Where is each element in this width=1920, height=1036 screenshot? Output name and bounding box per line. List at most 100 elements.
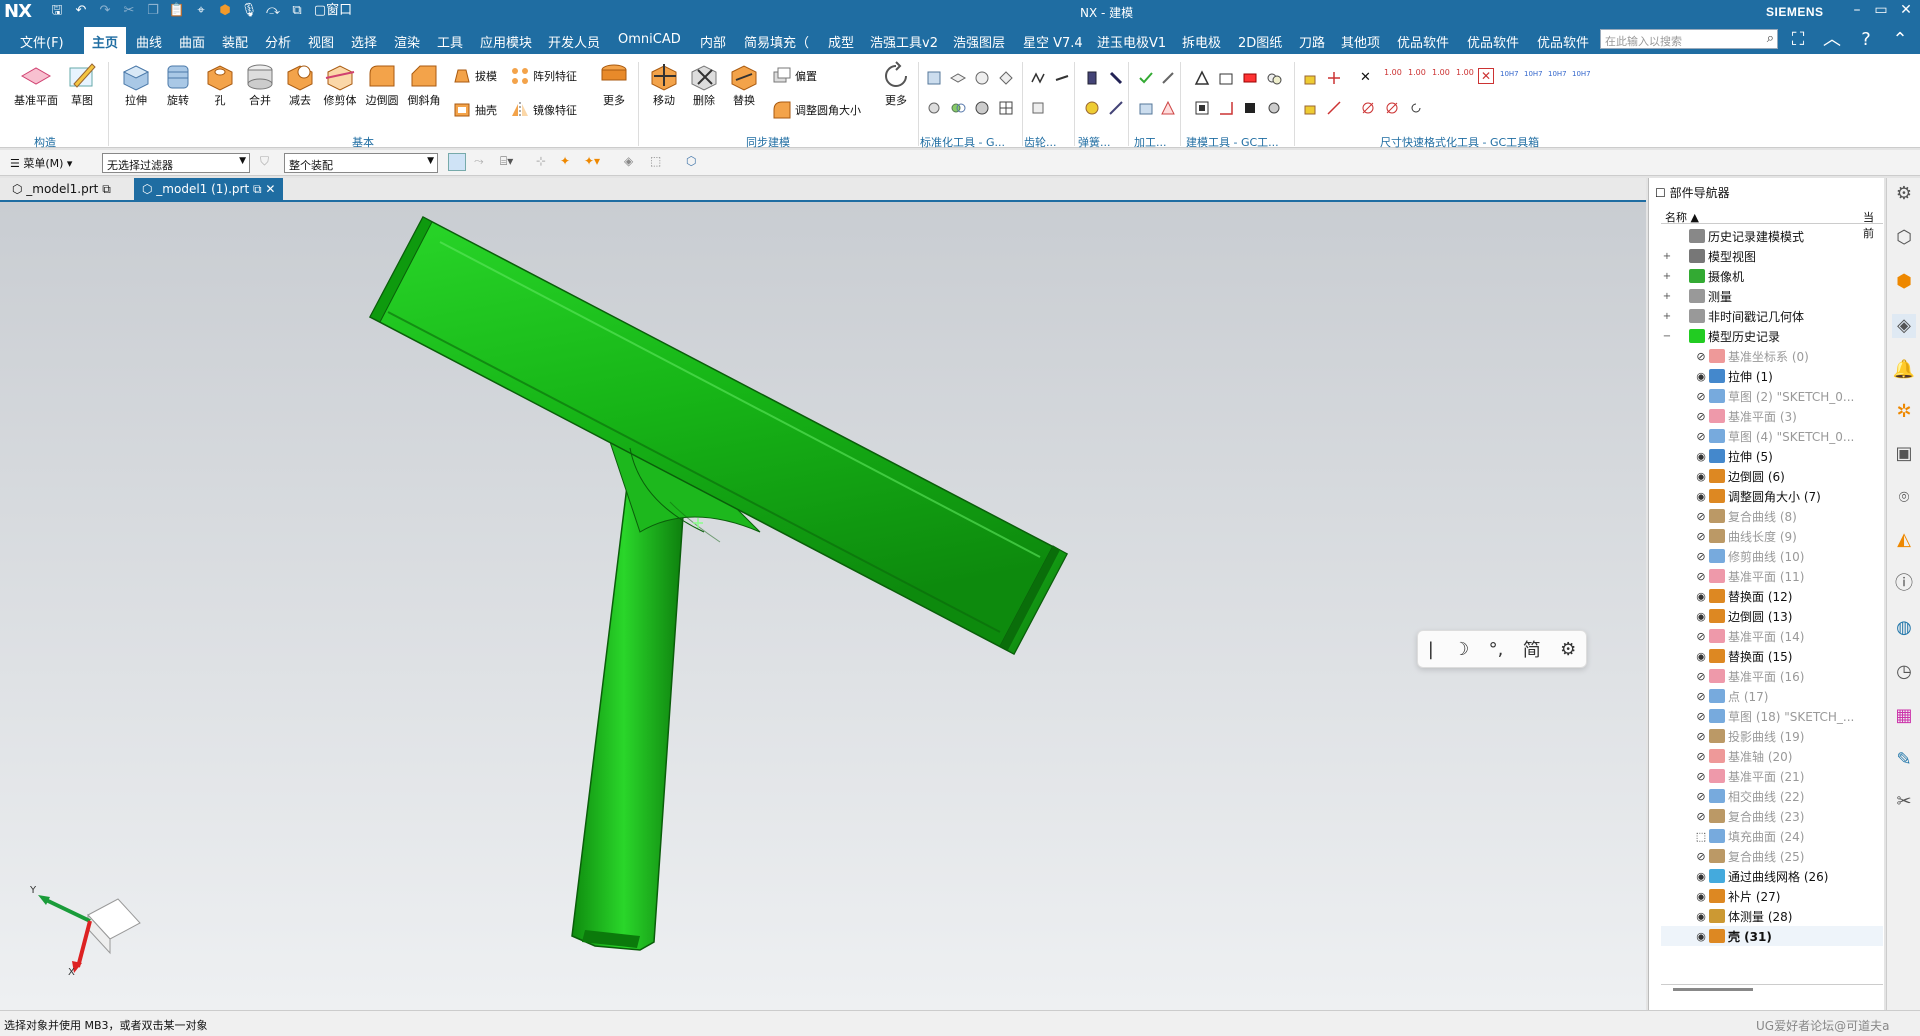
tab-other[interactable]: 其他项 [1341, 32, 1380, 51]
move-face-button[interactable]: 移动 [644, 60, 684, 108]
visibility-eye-icon[interactable]: ⊘ [1693, 710, 1709, 723]
tab-toolpath[interactable]: 刀路 [1299, 32, 1325, 51]
navigator-row[interactable]: ⊘ 基准平面 (21) [1661, 766, 1883, 786]
navigator-row[interactable]: + 摄像机 [1661, 266, 1883, 286]
tab-tools[interactable]: 工具 [437, 32, 463, 51]
visibility-eye-icon[interactable]: ◉ [1693, 470, 1709, 483]
tab-jinyu-electrode[interactable]: 进玉电极V1 [1097, 32, 1166, 51]
visibility-eye-icon[interactable]: ◉ [1693, 370, 1709, 383]
modeling-measure-icon[interactable] [1218, 100, 1234, 116]
visibility-eye-icon[interactable]: ⊘ [1693, 770, 1709, 783]
navigator-row[interactable]: ◉ 拉伸 (1) [1661, 366, 1883, 386]
visibility-eye-icon[interactable]: ⊘ [1693, 810, 1709, 823]
assembly-navigator-icon[interactable]: ⬡ [1892, 226, 1916, 250]
visibility-eye-icon[interactable]: ◉ [1693, 930, 1709, 943]
dim-format-2-button[interactable]: 1.00 [1408, 68, 1426, 77]
expand-toggle-icon[interactable]: + [1661, 291, 1673, 302]
tab-select[interactable]: 选择 [351, 32, 377, 51]
snap-icon[interactable]: ⊹ [536, 154, 546, 168]
chamfer-button[interactable]: 倒斜角 [404, 60, 444, 108]
expand-toggle-icon[interactable]: + [1661, 271, 1673, 282]
dim-slash-icon[interactable] [1360, 100, 1376, 116]
tolerance-2-button[interactable]: 10H7 [1524, 70, 1543, 78]
visibility-eye-icon[interactable]: ◉ [1693, 870, 1709, 883]
navigator-row[interactable]: ⊘ 投影曲线 (19) [1661, 726, 1883, 746]
gear-box-icon[interactable] [1030, 100, 1046, 116]
visibility-eye-icon[interactable]: ◉ [1693, 650, 1709, 663]
standard-tag-icon[interactable] [998, 70, 1014, 86]
group-modeling-tools[interactable]: 建模工具 - GC工... [1186, 134, 1279, 150]
save-icon[interactable]: 🖫 [48, 2, 66, 20]
navigator-row[interactable]: ◉ 通过曲线网格 (26) [1661, 866, 1883, 886]
standard-grid-icon[interactable] [998, 100, 1014, 116]
color-palette-icon[interactable]: ▦ [1892, 704, 1916, 728]
standard-part-icon[interactable] [926, 70, 942, 86]
navigator-row[interactable]: ⊘ 草图 (18) "SKETCH_... [1661, 706, 1883, 726]
part-icon[interactable]: ⬢ [216, 2, 234, 20]
machining-pen-icon[interactable] [1160, 70, 1176, 86]
navigator-row[interactable]: ⊘ 曲线长度 (9) [1661, 526, 1883, 546]
redo-icon[interactable]: ↷ [96, 2, 114, 20]
hole-button[interactable]: 孔 [200, 60, 240, 108]
visibility-eye-icon[interactable]: ⊘ [1693, 750, 1709, 763]
dim-slash2-icon[interactable] [1384, 100, 1400, 116]
sketch-button[interactable]: 草图 [62, 60, 102, 108]
navigator-row[interactable]: 历史记录建模模式 [1661, 226, 1883, 246]
navigator-row[interactable]: ◉ 体测量 (28) [1661, 906, 1883, 926]
navigator-row[interactable]: + 测量 [1661, 286, 1883, 306]
standard-gear-icon[interactable] [926, 100, 942, 116]
visibility-eye-icon[interactable]: ⊘ [1693, 690, 1709, 703]
dim-format-1-button[interactable]: 1.00 [1384, 68, 1402, 77]
offset-face-button[interactable]: 偏置 [772, 66, 817, 86]
visibility-eye-icon[interactable]: ⊘ [1693, 670, 1709, 683]
command-search-input[interactable]: 在此输入以搜索 ⌕ [1600, 29, 1778, 49]
info-icon[interactable]: ⓘ [1892, 572, 1916, 596]
subtract-button[interactable]: 减去 [280, 60, 320, 108]
trim-body-button[interactable]: 修剪体 [320, 60, 360, 108]
group-gear[interactable]: 齿轮... [1024, 134, 1057, 150]
hd3d-icon[interactable]: ▣ [1892, 442, 1916, 466]
visibility-eye-icon[interactable]: ⊘ [1693, 430, 1709, 443]
file-menu[interactable]: 文件(F) [20, 32, 64, 51]
navigator-row[interactable]: ⊘ 基准轴 (20) [1661, 746, 1883, 766]
modeling-gear-icon[interactable] [1266, 100, 1282, 116]
expand-toggle-icon[interactable]: + [1661, 251, 1673, 262]
tab-xingkong[interactable]: 星空 V7.4 [1023, 32, 1083, 51]
pattern-feature-button[interactable]: 阵列特征 [510, 66, 577, 86]
modeling-box-icon[interactable] [1218, 70, 1234, 86]
dim-format-3-button[interactable]: 1.00 [1432, 68, 1450, 77]
navigator-row[interactable]: + 模型视图 [1661, 246, 1883, 266]
navigator-row[interactable]: ⊘ 基准平面 (14) [1661, 626, 1883, 646]
tab-youpin-3[interactable]: 优品软件 [1537, 32, 1589, 51]
visibility-eye-icon[interactable]: ◉ [1693, 610, 1709, 623]
mirror-feature-button[interactable]: 镜像特征 [510, 100, 577, 120]
clock-icon[interactable]: ◷ [1892, 660, 1916, 684]
tolerance-1-button[interactable]: 10H7 [1500, 70, 1519, 78]
tab-render[interactable]: 渲染 [394, 32, 420, 51]
window-menu-icon[interactable]: ▢窗口▾ [312, 2, 354, 36]
visibility-eye-icon[interactable]: ⬚ [1693, 830, 1709, 843]
unite-button[interactable]: 合并 [240, 60, 280, 108]
paste-icon[interactable]: 📋 [168, 2, 186, 20]
modeling-stamp-icon[interactable] [1242, 100, 1258, 116]
visibility-eye-icon[interactable]: ⊘ [1693, 550, 1709, 563]
expand-icon[interactable]: ⌃ [1888, 28, 1912, 52]
snap-point-icon[interactable]: ✦ [560, 154, 570, 168]
visibility-eye-icon[interactable]: ◉ [1693, 890, 1709, 903]
part-navigator-icon[interactable]: ◈ [1892, 314, 1916, 338]
close-tab-icon[interactable]: ✕ [265, 182, 275, 196]
dim-lock2-icon[interactable] [1302, 100, 1318, 116]
navigator-row[interactable]: ◉ 补片 (27) [1661, 886, 1883, 906]
visibility-eye-icon[interactable]: ◉ [1693, 490, 1709, 503]
fullscreen-icon[interactable]: ⛶ [1786, 28, 1810, 52]
shell-button[interactable]: 抽壳 [452, 100, 497, 120]
machining-check-icon[interactable] [1138, 70, 1154, 86]
gear-tooth-icon[interactable] [1030, 70, 1046, 86]
globe-icon[interactable]: ◍ [1892, 616, 1916, 640]
reuse-library-icon[interactable]: ✲ [1892, 400, 1916, 424]
tab-omnicad[interactable]: OmniCAD [618, 32, 681, 47]
minimize-icon[interactable]: – [1844, 2, 1870, 18]
tab-analysis[interactable]: 分析 [265, 32, 291, 51]
collapse-ribbon-icon[interactable]: ︿ [1820, 28, 1844, 52]
view-icon[interactable]: ⬡ [686, 154, 696, 168]
